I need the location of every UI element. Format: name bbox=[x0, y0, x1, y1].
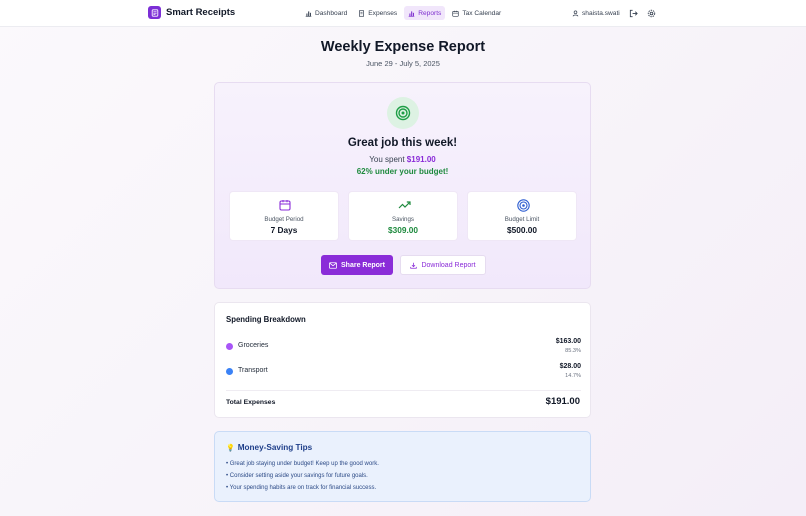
nav-tax-calendar-label: Tax Calendar bbox=[462, 9, 502, 17]
tip-item: • Your spending habits are on track for … bbox=[226, 485, 377, 491]
nav-dashboard-label: Dashboard bbox=[315, 9, 348, 17]
receipt-logo-icon bbox=[148, 6, 161, 19]
spent-summary: You spent $191.00 bbox=[215, 155, 590, 164]
brand[interactable]: Smart Receipts bbox=[148, 6, 235, 19]
nav-expenses-label: Expenses bbox=[368, 9, 398, 17]
tips-title: 💡 Money-Saving Tips bbox=[226, 443, 312, 452]
category-name: Groceries bbox=[238, 342, 269, 349]
total-value: $191.00 bbox=[545, 396, 580, 407]
category-percent: 14.7% bbox=[565, 373, 581, 379]
stat-value: 7 Days bbox=[270, 225, 298, 235]
nav-expenses[interactable]: Expenses bbox=[354, 6, 401, 20]
top-navbar: Smart Receipts Dashboard Expenses Report… bbox=[0, 0, 806, 27]
tip-item: • Great job staying under budget! Keep u… bbox=[226, 461, 379, 467]
category-amount: $163.00 bbox=[555, 338, 581, 345]
logout-icon bbox=[630, 9, 638, 17]
headline: Great job this week! bbox=[347, 137, 458, 149]
stat-label: Budget Period bbox=[264, 216, 304, 223]
target-icon bbox=[516, 198, 530, 212]
money-saving-tips-card: 💡 Money-Saving Tips • Great job staying … bbox=[214, 431, 591, 502]
mail-icon bbox=[329, 261, 337, 269]
download-label: Download Report bbox=[421, 261, 476, 269]
share-label: Share Report bbox=[341, 261, 385, 269]
breakdown-row-transport: Transport $28.00 14.7% bbox=[226, 363, 581, 383]
bar-chart-icon bbox=[305, 10, 312, 17]
logout-button[interactable] bbox=[629, 7, 639, 19]
category-name: Transport bbox=[238, 367, 268, 374]
nav-reports[interactable]: Reports bbox=[404, 6, 446, 20]
breakdown-row-groceries: Groceries $163.00 85.3% bbox=[226, 338, 581, 358]
nav-reports-label: Reports bbox=[418, 9, 442, 17]
spent-prefix: You spent bbox=[369, 155, 405, 164]
page-title: Weekly Expense Report bbox=[320, 39, 486, 55]
stat-budget-limit: Budget Limit $500.00 bbox=[467, 191, 577, 241]
trending-up-icon bbox=[397, 198, 411, 212]
divider bbox=[226, 390, 581, 391]
under-budget-text: 62% under your budget! bbox=[356, 167, 449, 176]
username: shaista.swati bbox=[582, 9, 620, 17]
nav-dashboard[interactable]: Dashboard bbox=[301, 6, 351, 20]
nav-links: Dashboard Expenses Reports Tax Calendar bbox=[301, 6, 505, 20]
stat-savings: Savings $309.00 bbox=[348, 191, 458, 241]
breakdown-title: Spending Breakdown bbox=[226, 315, 306, 324]
download-report-button[interactable]: Download Report bbox=[400, 255, 486, 275]
stat-budget-period: Budget Period 7 Days bbox=[229, 191, 339, 241]
stat-value: $500.00 bbox=[507, 225, 537, 235]
spending-breakdown-card: Spending Breakdown Groceries $163.00 85.… bbox=[214, 302, 591, 418]
category-color-dot bbox=[226, 343, 233, 350]
nav-tax-calendar[interactable]: Tax Calendar bbox=[448, 6, 505, 20]
brand-name: Smart Receipts bbox=[166, 7, 236, 18]
summary-card: Great job this week! You spent $191.00 6… bbox=[214, 82, 591, 289]
calendar-icon bbox=[452, 10, 459, 17]
lightbulb-icon: 💡 bbox=[226, 444, 235, 452]
bar-chart-icon bbox=[408, 10, 415, 17]
category-percent: 85.3% bbox=[565, 348, 581, 354]
download-icon bbox=[410, 262, 418, 269]
nav-right: shaista.swati bbox=[572, 7, 657, 19]
spent-amount: $191.00 bbox=[406, 155, 436, 164]
stat-label: Savings bbox=[391, 216, 414, 223]
stat-label: Budget Limit bbox=[504, 216, 540, 223]
total-label: Total Expenses bbox=[226, 399, 276, 406]
category-color-dot bbox=[226, 368, 233, 375]
user-menu[interactable]: shaista.swati bbox=[572, 10, 620, 17]
tips-title-text: Money-Saving Tips bbox=[237, 443, 313, 452]
share-report-button[interactable]: Share Report bbox=[321, 255, 393, 275]
user-icon bbox=[572, 10, 579, 16]
tip-item: • Consider setting aside your savings fo… bbox=[226, 473, 368, 479]
calendar-icon bbox=[278, 198, 292, 212]
category-amount: $28.00 bbox=[559, 363, 581, 370]
gear-icon bbox=[648, 9, 656, 17]
date-range: June 29 - July 5, 2025 bbox=[366, 59, 440, 68]
target-icon bbox=[387, 97, 419, 129]
receipt-icon bbox=[359, 9, 365, 17]
settings-button[interactable] bbox=[647, 7, 657, 19]
stat-value: $309.00 bbox=[388, 225, 418, 235]
